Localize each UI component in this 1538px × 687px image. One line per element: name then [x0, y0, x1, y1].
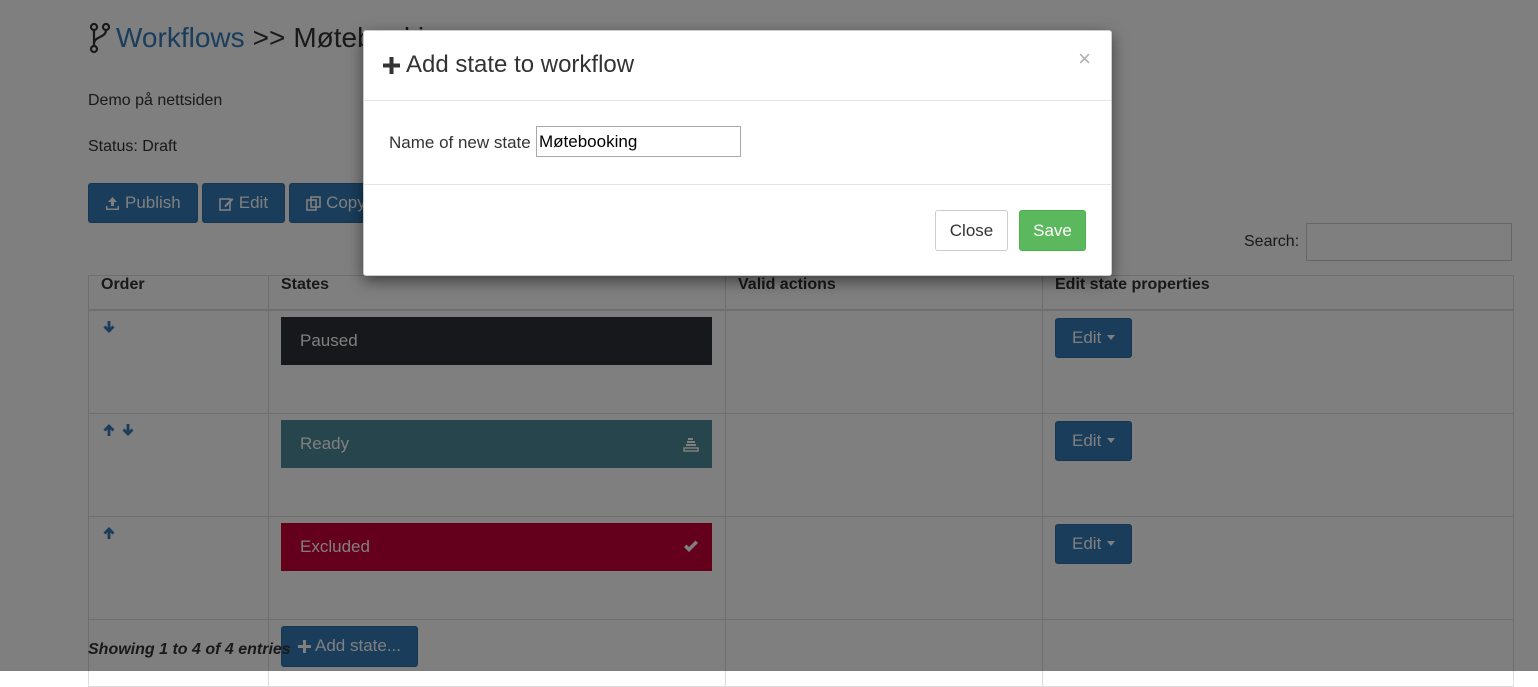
modal-footer: Close Save [364, 185, 1111, 275]
close-icon[interactable]: × [1078, 48, 1091, 70]
state-name-input[interactable] [536, 126, 741, 157]
modal-header: Add state to workflow × [364, 31, 1111, 101]
add-state-dialog: Add state to workflow × Name of new stat… [363, 30, 1112, 276]
save-button[interactable]: Save [1019, 210, 1086, 251]
plus-icon [383, 56, 400, 74]
modal-body: Name of new state [364, 101, 1111, 185]
close-button[interactable]: Close [935, 210, 1008, 251]
state-name-label: Name of new state [389, 133, 531, 152]
modal-title: Add state to workflow [383, 50, 634, 80]
modal-title-text: Add state to workflow [406, 51, 635, 78]
